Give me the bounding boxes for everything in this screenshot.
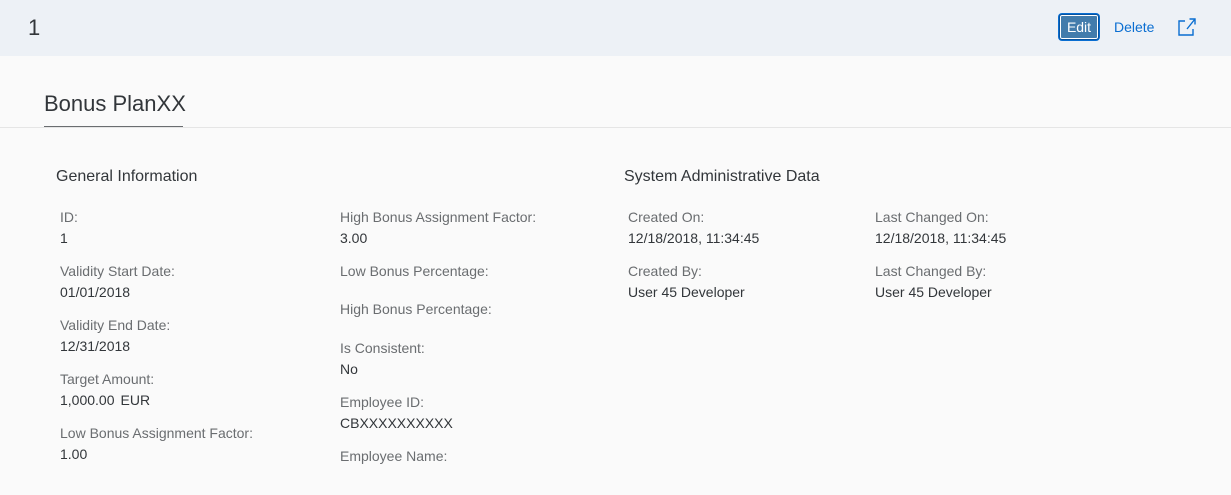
validity-end-date-value: 12/31/2018 <box>60 338 131 354</box>
share-icon <box>1174 14 1200 40</box>
tabs-divider <box>0 127 1231 128</box>
created-on-value: 12/18/2018, 11:34:45 <box>628 230 760 246</box>
target-amount-label: Target Amount: <box>60 371 155 387</box>
created-on-label: Created On: <box>628 209 705 225</box>
validity-start-date-value: 01/01/2018 <box>60 284 131 300</box>
section-tab-bonus-plan[interactable]: Bonus PlanXX <box>44 90 186 118</box>
edit-button[interactable]: Edit <box>1059 14 1099 40</box>
share-button[interactable] <box>1174 14 1200 40</box>
id-value: 1 <box>60 230 68 246</box>
last-changed-on-value: 12/18/2018, 11:34:45 <box>875 230 1007 246</box>
created-by-value: User 45 Developer <box>628 284 745 300</box>
last-changed-by-label: Last Changed By: <box>875 263 987 279</box>
low-bonus-assignment-factor-value: 1.00 <box>60 446 88 462</box>
is-consistent-value: No <box>340 361 358 377</box>
employee-id-value: CBXXXXXXXXXX <box>340 415 453 431</box>
target-amount-number: 1,000.00 <box>60 392 115 408</box>
high-bonus-percentage-label: High Bonus Percentage: <box>340 301 492 317</box>
last-changed-on-label: Last Changed On: <box>875 209 989 225</box>
validity-end-date-label: Validity End Date: <box>60 317 171 333</box>
general-information-title: General Information <box>56 168 198 185</box>
low-bonus-percentage-label: Low Bonus Percentage: <box>340 263 489 279</box>
delete-button[interactable]: Delete <box>1110 14 1158 40</box>
target-amount-value: 1,000.00 EUR <box>60 391 150 409</box>
is-consistent-label: Is Consistent: <box>340 340 425 356</box>
high-bonus-assignment-factor-value: 3.00 <box>340 230 368 246</box>
object-title: 1 <box>28 15 41 40</box>
low-bonus-assignment-factor-label: Low Bonus Assignment Factor: <box>60 425 253 441</box>
validity-start-date-label: Validity Start Date: <box>60 263 175 279</box>
target-amount-currency: EUR <box>120 392 151 408</box>
created-by-label: Created By: <box>628 263 702 279</box>
id-label: ID: <box>60 209 78 225</box>
employee-id-label: Employee ID: <box>340 394 425 410</box>
employee-name-label: Employee Name: <box>340 448 448 464</box>
last-changed-by-value: User 45 Developer <box>875 284 992 300</box>
high-bonus-assignment-factor-label: High Bonus Assignment Factor: <box>340 209 537 225</box>
system-admin-data-title: System Administrative Data <box>624 168 820 185</box>
object-header: 1 Edit Delete <box>0 0 1231 56</box>
